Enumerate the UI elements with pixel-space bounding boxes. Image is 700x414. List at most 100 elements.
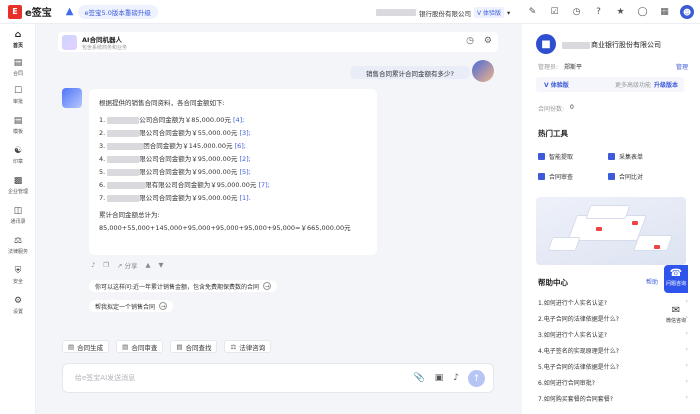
- citation-link[interactable]: [4];: [233, 116, 244, 124]
- chat-bubble-icon: ✉: [671, 305, 681, 316]
- tool-contract-review[interactable]: ▤ 合同审查: [116, 340, 164, 353]
- help-item[interactable]: 6.如何进行合同审批? ›: [538, 378, 688, 387]
- review-icon: [538, 173, 545, 180]
- service-button[interactable]: ☎ 问题咨询: [664, 265, 688, 293]
- review-icon: ▤: [122, 342, 129, 351]
- approval-icon: ☐: [13, 86, 23, 96]
- copy-icon[interactable]: ❐: [103, 261, 109, 269]
- grid-icon[interactable]: ▦: [658, 6, 671, 19]
- logo-text: e签宝: [25, 8, 52, 19]
- nav-item-approval[interactable]: ☐ 审批: [0, 86, 36, 105]
- right-panel: ■ 商业银行股份有限公司 管理员: 郑斯平 管理 V 体验版 更多高级功能 升级版…: [522, 24, 700, 414]
- home-icon: ⌂: [14, 30, 22, 40]
- tool-law-consult[interactable]: ⚖ 法律咨询: [224, 340, 272, 353]
- citation-link[interactable]: [7];: [258, 181, 269, 189]
- company-avatar: ■: [536, 34, 556, 54]
- redacted-text: [376, 9, 416, 16]
- bot-name: AI合同机器人: [82, 35, 122, 44]
- enterprise-icon: ▩: [13, 176, 23, 186]
- thumbs-up-icon[interactable]: ▲: [146, 261, 151, 269]
- manage-link[interactable]: 管理: [676, 62, 688, 71]
- nav-item-contacts[interactable]: ◫ 通讯录: [0, 206, 36, 225]
- share-button[interactable]: ↗ 分享: [117, 260, 138, 270]
- help-icon[interactable]: ?: [592, 6, 605, 19]
- attachment-icon[interactable]: 📎: [414, 373, 425, 383]
- nav-item-law[interactable]: ⚖ 法律服务: [0, 236, 36, 255]
- answer-summary-label: 累计合同金额总计为:: [99, 211, 160, 219]
- citation-link[interactable]: [3];: [239, 129, 250, 137]
- upgrade-banner[interactable]: ▲ e签宝5.0版本重磅升级: [66, 4, 158, 19]
- logo[interactable]: E e签宝: [8, 4, 52, 19]
- globe-icon[interactable]: ◯: [636, 6, 649, 19]
- help-item[interactable]: 4.电子签名的实现原理是什么? ›: [538, 346, 688, 355]
- send-button[interactable]: ↑: [468, 370, 485, 387]
- thumbs-down-icon[interactable]: ▼: [159, 261, 164, 269]
- microphone-icon[interactable]: ♪: [453, 373, 459, 383]
- doc-icon: ▤: [68, 342, 75, 351]
- answer-item: 1. 公司合同金额为￥85,000.00元 [4];: [99, 116, 245, 124]
- help-item[interactable]: 5.电子合同的法律依据是什么? ›: [538, 362, 688, 371]
- arrow-right-icon: →: [263, 282, 272, 290]
- upgrade-link[interactable]: 升级版本: [654, 80, 678, 89]
- headset-icon: ☎: [669, 268, 683, 279]
- hot-tool-extract[interactable]: 智能提取: [538, 152, 573, 161]
- hot-tool-form[interactable]: 采集表单: [608, 152, 643, 161]
- contracts-row: 合同份数: 0: [538, 104, 574, 113]
- history-icon[interactable]: ◷: [466, 36, 474, 46]
- citation-link[interactable]: [2];: [239, 155, 250, 163]
- answer-item: 4. 限公司合同金额为￥95,000.00元 [2];: [99, 155, 251, 163]
- edition-tip: 更多高级功能: [614, 82, 651, 89]
- arrow-up-icon: ↑: [472, 373, 481, 384]
- answer-intro: 根据提供的销售合同资料，各合同金额如下:: [99, 99, 225, 107]
- left-nav: ⌂ 首页 ▤ 合同 ☐ 审批 ▤ 模板 ☯ 印章 ▩ 企业管理 ◫ 通讯录 ⚖ …: [0, 24, 36, 414]
- form-icon: [608, 153, 615, 160]
- tool-contract-generate[interactable]: ▤ 合同生成: [62, 340, 110, 353]
- bell-icon[interactable]: ★: [614, 6, 627, 19]
- company-selector[interactable]: 银行股份有限公司 V 体验版 ▾: [376, 7, 510, 18]
- company-name: 银行股份有限公司: [419, 9, 471, 18]
- wechat-button[interactable]: ✉ 微信咨询: [664, 305, 688, 324]
- citation-link[interactable]: [5];: [239, 168, 250, 176]
- bot-answer: 根据提供的销售合同资料，各合同金额如下: 1. 公司合同金额为￥85,000.0…: [89, 89, 377, 255]
- citation-link[interactable]: [1].: [239, 194, 250, 202]
- answer-item: 3. 团合同金额为￥145,000.00元 [6];: [99, 142, 246, 150]
- answer-actions: ♪ ❐ ↗ 分享 ▲ ▼: [91, 260, 164, 270]
- help-item[interactable]: 3.如何进行个人实名认证? ›: [538, 330, 688, 339]
- suggestion-chip[interactable]: 你可以这样问:近一年累计销售金额，包含免费期保费数的合同 →: [89, 280, 278, 292]
- bot-avatar: [62, 88, 82, 108]
- answer-item: 7. 限公司合同金额为￥95,000.00元 [1].: [99, 194, 251, 202]
- promo-banner[interactable]: [536, 197, 686, 265]
- suggestion-chip[interactable]: 帮我拟定一个销售合同 →: [89, 300, 174, 312]
- speaker-icon[interactable]: ♪: [91, 261, 95, 269]
- chat-input[interactable]: [75, 374, 395, 382]
- nav-item-seal[interactable]: ☯ 印章: [0, 146, 36, 165]
- nav-item-security[interactable]: ⛨ 安全: [0, 266, 36, 285]
- help-item[interactable]: 7.如何购买套餐的合同套餐? ›: [538, 394, 688, 403]
- avatar[interactable]: ☻: [680, 5, 694, 19]
- edit-icon[interactable]: ✎: [526, 6, 539, 19]
- user-avatar: [472, 60, 494, 82]
- upgrade-label: e签宝5.0版本重磅升级: [77, 4, 158, 19]
- nav-item-settings[interactable]: ⚙ 设置: [0, 296, 36, 315]
- hot-tool-review[interactable]: 合同审查: [538, 172, 573, 181]
- nav-item-home[interactable]: ⌂ 首页: [0, 30, 36, 49]
- top-bar: E e签宝 ▲ e签宝5.0版本重磅升级 银行股份有限公司 V 体验版 ▾ ✎ …: [0, 0, 700, 24]
- hot-tool-compare[interactable]: 合同比对: [608, 172, 643, 181]
- nav-item-template[interactable]: ▤ 模板: [0, 116, 36, 135]
- image-icon[interactable]: ▣: [435, 373, 444, 383]
- law-icon: ⚖: [230, 342, 237, 351]
- clock-icon[interactable]: ◷: [570, 6, 583, 19]
- hot-tools-title: 热门工具: [538, 129, 568, 138]
- bot-avatar: [62, 34, 77, 50]
- contracts-count: 0: [570, 104, 574, 111]
- nav-item-contract[interactable]: ▤ 合同: [0, 58, 36, 77]
- citation-link[interactable]: [6];: [235, 142, 246, 150]
- check-icon[interactable]: ☑: [548, 6, 561, 19]
- tool-contract-find[interactable]: ▤ 合同查找: [170, 340, 218, 353]
- answer-item: 5. 限公司合同金额为￥95,000.00元 [5];: [99, 168, 251, 176]
- template-icon: ▤: [13, 116, 23, 126]
- nav-item-enterprise[interactable]: ▩ 企业管理: [0, 176, 36, 195]
- help-more-link[interactable]: 帮助: [646, 277, 658, 286]
- gear-icon[interactable]: ⚙: [484, 36, 492, 46]
- shield-icon: ⛨: [14, 266, 22, 276]
